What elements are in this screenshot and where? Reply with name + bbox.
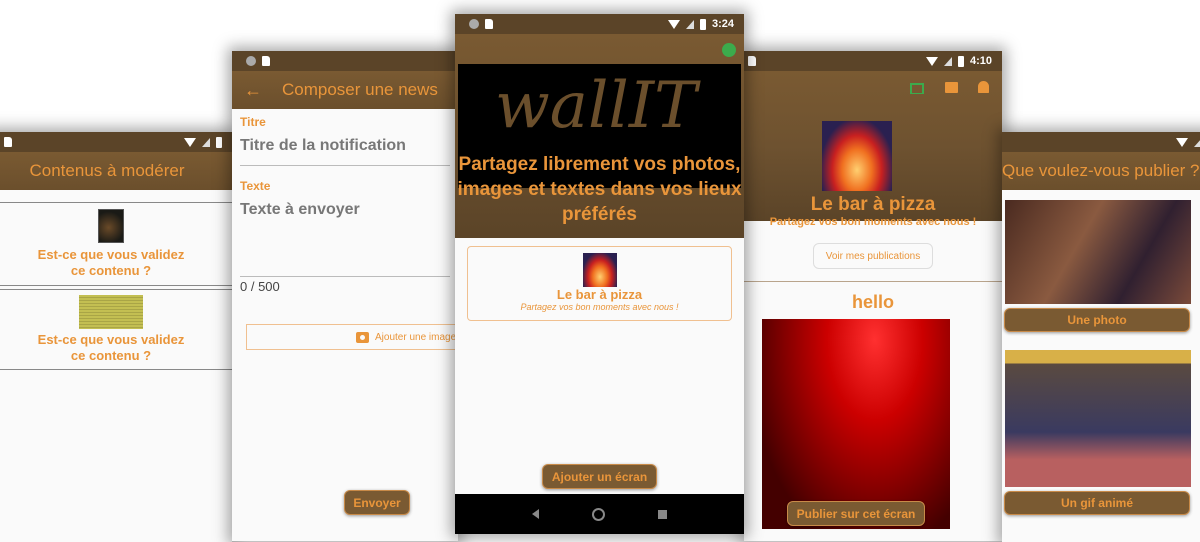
status-bar: 3:24 — [455, 14, 744, 34]
validation-question: Est-ce que vous validez ce contenu ? — [37, 247, 185, 278]
battery-icon — [216, 136, 222, 148]
signal-icon — [202, 137, 210, 147]
chat-icon[interactable] — [945, 82, 958, 93]
content-thumbnail — [98, 209, 124, 243]
sd-card-icon — [262, 56, 270, 66]
back-nav-icon[interactable] — [531, 509, 539, 519]
app-bar: ← Composer une news — [232, 71, 458, 109]
list-item[interactable]: Est-ce que vous validez ce contenu ? — [0, 202, 232, 286]
wifi-icon — [1176, 137, 1188, 147]
publish-screen: Que voulez-vous publier ? Une photo Un g… — [1002, 132, 1200, 542]
status-bar — [232, 51, 458, 71]
post-title: hello — [851, 292, 894, 312]
my-posts-button[interactable]: Voir mes publications — [813, 243, 933, 269]
notification-dot-icon — [469, 19, 479, 29]
camera-icon — [356, 331, 369, 343]
status-time: 4:10 — [969, 55, 992, 67]
cast-icon[interactable] — [910, 83, 924, 94]
char-counter: 0 / 500 — [240, 279, 280, 294]
send-button[interactable]: Envoyer — [344, 490, 410, 515]
moderation-screen: Contenus à modérer Est-ce que vous valid… — [0, 132, 232, 542]
page-title: Composer une news — [282, 80, 438, 99]
photo-preview — [1005, 200, 1191, 304]
title-input[interactable]: Titre de la notification — [240, 129, 450, 166]
photo-option-button[interactable]: Une photo — [1004, 308, 1190, 332]
battery-icon — [957, 55, 964, 67]
tagline: Partagez librement vos photos, images et… — [457, 154, 742, 225]
publish-button[interactable]: Publier sur cet écran — [787, 501, 925, 526]
place-avatar — [582, 253, 617, 287]
sd-card-icon — [748, 56, 756, 66]
status-bar: 4:10 — [744, 51, 1002, 71]
notification-dot-icon — [246, 56, 256, 66]
logo-text: wallIT — [495, 69, 697, 143]
gif-option-button[interactable]: Un gif animé — [1004, 491, 1190, 515]
place-header: Le bar à pizza Partagez vos bon moments … — [744, 71, 1002, 228]
place-name: Le bar à pizza — [556, 287, 643, 302]
text-field-label: Texte — [240, 179, 271, 193]
status-bar — [1002, 132, 1200, 152]
account-icon[interactable] — [722, 43, 736, 57]
home-nav-icon[interactable] — [591, 507, 605, 521]
bell-icon[interactable] — [978, 81, 989, 93]
post-image — [762, 319, 950, 529]
page-title: Contenus à modérer — [29, 161, 185, 180]
navigation-bar — [455, 494, 744, 534]
home-header: wallIT Partagez librement vos photos, im… — [455, 34, 744, 238]
list-item[interactable]: Est-ce que vous validez ce contenu ? — [0, 289, 232, 370]
wifi-icon — [925, 56, 938, 66]
add-image-button[interactable]: Ajouter une image — [246, 324, 458, 350]
signal-icon — [685, 19, 694, 29]
page-title: Que voulez-vous publier ? — [1002, 161, 1200, 180]
place-card[interactable]: Le bar à pizza Partagez vos bon moments … — [467, 246, 732, 321]
compose-screen: ← Composer une news Titre Titre de la no… — [232, 51, 458, 541]
text-input[interactable]: Texte à envoyer — [240, 193, 450, 277]
signal-icon — [1194, 137, 1200, 147]
add-screen-button[interactable]: Ajouter un écran — [542, 464, 657, 489]
content-thumbnail — [79, 295, 143, 329]
wifi-icon — [667, 19, 680, 29]
signal-icon — [943, 56, 952, 66]
sd-card-icon — [4, 137, 12, 147]
sd-card-icon — [485, 19, 493, 29]
validation-question: Est-ce que vous validez ce contenu ? — [37, 332, 185, 363]
status-time: 3:24 — [711, 18, 734, 30]
battery-icon — [699, 18, 706, 30]
arrow-left-icon[interactable]: ← — [244, 80, 282, 101]
recents-nav-icon[interactable] — [658, 509, 668, 519]
place-subtitle: Partagez vos bon moments avec nous ! — [769, 216, 977, 228]
wifi-icon — [184, 137, 196, 147]
place-subtitle: Partagez vos bon moments avec nous ! — [520, 302, 679, 312]
title-field-label: Titre — [240, 115, 266, 129]
place-avatar — [822, 121, 892, 191]
gif-preview — [1005, 350, 1191, 487]
app-bar: Que voulez-vous publier ? — [1002, 152, 1200, 190]
place-name: Le bar à pizza — [810, 194, 936, 215]
place-screen: 4:10 Le bar à pizza Partagez vos bon mom… — [744, 51, 1002, 541]
status-bar — [0, 132, 232, 152]
home-screen: 3:24 wallIT Partagez librement vos photo… — [455, 14, 744, 534]
app-bar: Contenus à modérer — [0, 152, 232, 190]
